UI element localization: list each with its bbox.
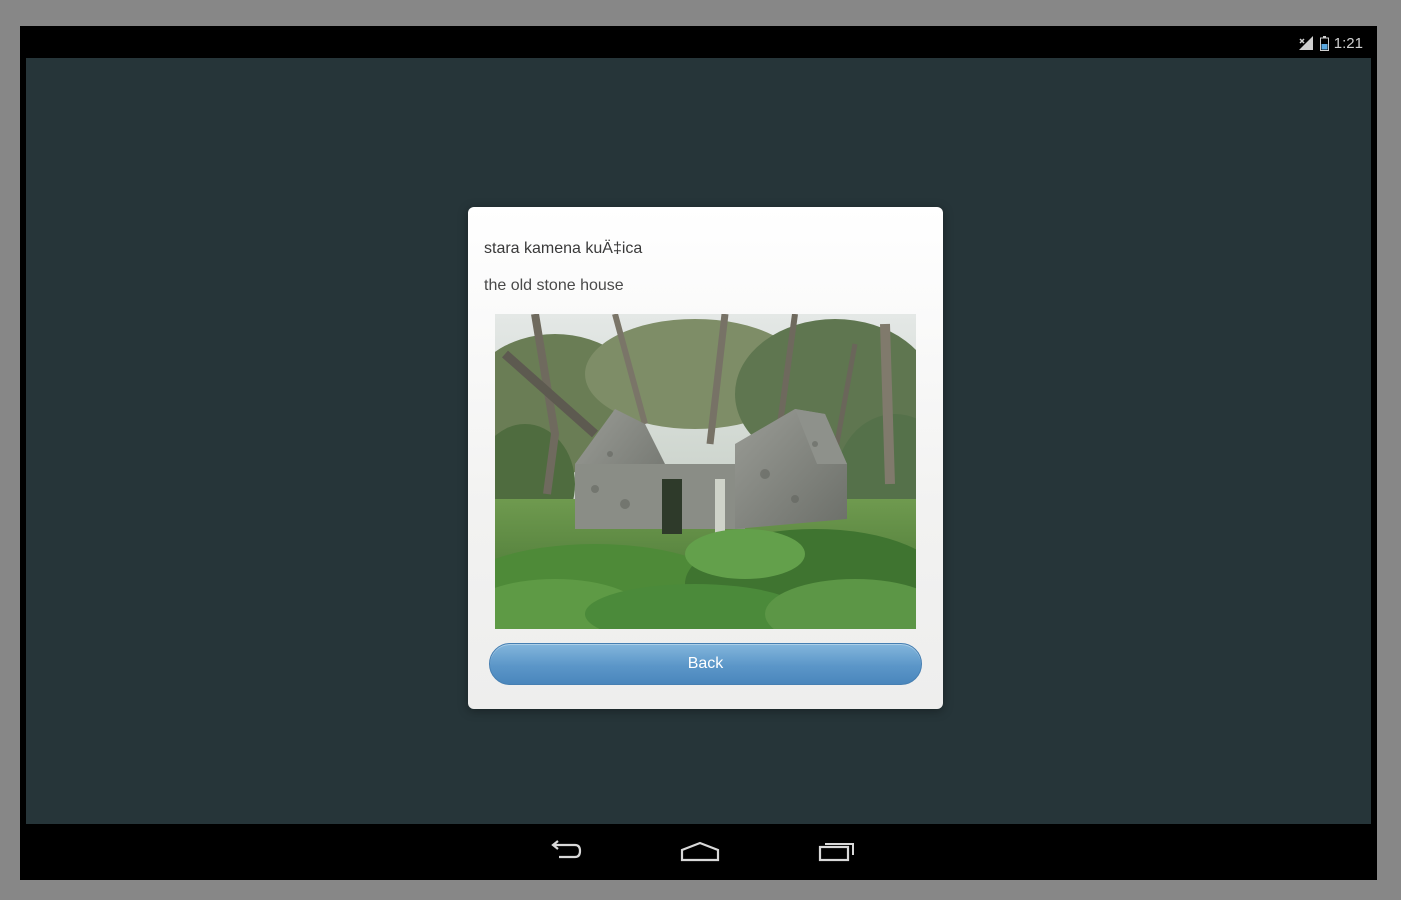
status-bar: 1:21: [20, 26, 1377, 58]
status-icons: 1:21: [1297, 33, 1363, 53]
recent-apps-icon[interactable]: [815, 836, 859, 866]
status-clock: 1:21: [1333, 34, 1363, 52]
back-icon[interactable]: [543, 836, 587, 866]
dialog-subtitle: the old stone house: [484, 277, 624, 294]
stone-house-photo: [495, 314, 916, 629]
dialog-title: stara kamena kuÄ‡ica: [484, 240, 643, 257]
battery-icon: [1319, 35, 1329, 51]
device-frame: 1:21 stara kamena kuÄ‡ica the old stone …: [0, 0, 1401, 900]
image-dialog: stara kamena kuÄ‡ica the old stone house: [468, 207, 943, 709]
back-button[interactable]: Back: [489, 643, 922, 685]
signal-icon: [1297, 35, 1315, 51]
home-icon[interactable]: [678, 836, 722, 866]
app-background: stara kamena kuÄ‡ica the old stone house: [26, 58, 1371, 824]
screen: 1:21 stara kamena kuÄ‡ica the old stone …: [20, 26, 1377, 880]
navigation-bar: [20, 824, 1377, 880]
